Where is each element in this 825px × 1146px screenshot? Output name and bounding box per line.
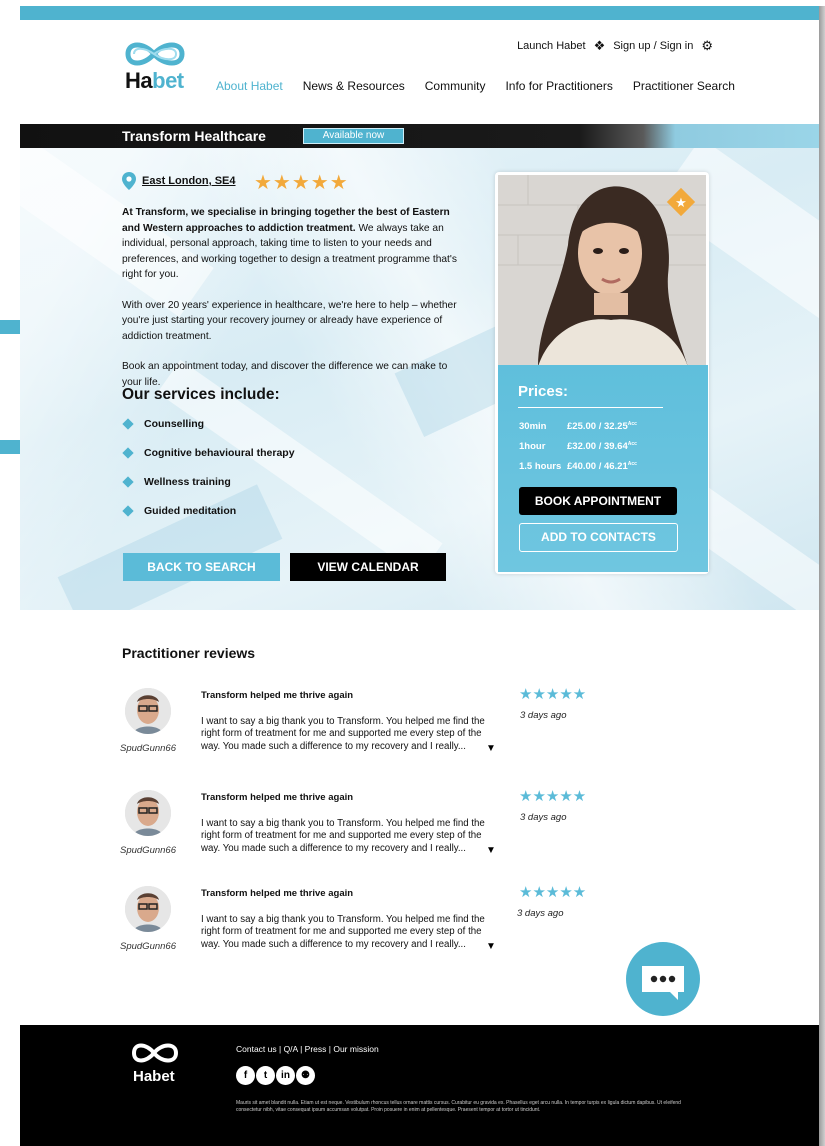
logo-wordmark[interactable]: Habet bbox=[125, 68, 184, 94]
social-links: f t in ⚉ bbox=[236, 1066, 315, 1085]
reviews-heading: Practitioner reviews bbox=[122, 645, 256, 661]
bullet-diamond-icon bbox=[122, 418, 134, 430]
book-appointment-button[interactable]: BOOK APPOINTMENT bbox=[519, 487, 677, 515]
avatar bbox=[125, 688, 171, 734]
review-date: 3 days ago bbox=[517, 908, 564, 919]
back-to-search-button[interactable]: BACK TO SEARCH bbox=[123, 553, 280, 581]
services-heading: Our services include: bbox=[122, 386, 280, 403]
review-body: I want to say a big thank you to Transfo… bbox=[201, 716, 485, 752]
practitioner-name: Transform Healthcare bbox=[122, 128, 266, 144]
footer-legal-text: Mauris sit amet blandit nulla. Etiam ut … bbox=[236, 1100, 681, 1113]
nav-news[interactable]: News & Resources bbox=[303, 79, 405, 93]
nav-community[interactable]: Community bbox=[425, 79, 486, 93]
service-item: Wellness training bbox=[122, 476, 231, 488]
view-calendar-button[interactable]: VIEW CALENDAR bbox=[290, 553, 446, 581]
price-row: 1.5 hours £40.00 / 46.21Acc bbox=[519, 461, 637, 473]
service-item: Guided meditation bbox=[122, 505, 236, 517]
review-date: 3 days ago bbox=[520, 812, 567, 823]
price-row: 1hour £32.00 / 39.64Acc bbox=[519, 441, 637, 453]
linkedin-icon[interactable]: in bbox=[276, 1066, 295, 1085]
review-date: 3 days ago bbox=[520, 710, 567, 721]
review-stars: ★★★★★ bbox=[519, 884, 587, 901]
review-stars: ★★★★★ bbox=[519, 788, 587, 805]
service-item: Counselling bbox=[122, 418, 204, 430]
avatar bbox=[125, 886, 171, 932]
price-row: 30min £25.00 / 32.25Acc bbox=[519, 421, 637, 433]
expand-review-icon[interactable]: ▼ bbox=[486, 743, 496, 754]
availability-badge: Available now bbox=[303, 128, 404, 144]
prices-divider bbox=[518, 407, 663, 408]
nav-info-practitioners[interactable]: Info for Practitioners bbox=[505, 79, 612, 93]
bg-shard bbox=[57, 484, 283, 610]
review-body: I want to say a big thank you to Transfo… bbox=[201, 818, 485, 854]
meetup-icon[interactable]: ⚉ bbox=[296, 1066, 315, 1085]
bullet-diamond-icon bbox=[122, 447, 134, 459]
review-title: Transform helped me thrive again bbox=[201, 888, 354, 899]
desc-paragraph-1: At Transform, we specialise in bringing … bbox=[122, 207, 457, 280]
gutter-chip bbox=[0, 320, 20, 334]
footer-links[interactable]: Contact us | Q/A | Press | Our mission bbox=[236, 1044, 379, 1054]
twitter-icon[interactable]: t bbox=[256, 1066, 275, 1085]
featured-star-badge-icon: ★ bbox=[666, 187, 696, 217]
review-title: Transform helped me thrive again bbox=[201, 690, 354, 701]
page-edge-shadow bbox=[819, 6, 825, 1146]
location-link[interactable]: East London, SE4 bbox=[142, 175, 236, 187]
review-stars: ★★★★★ bbox=[519, 686, 587, 703]
avatar bbox=[125, 790, 171, 836]
main-nav: About Habet News & Resources Community I… bbox=[216, 79, 735, 93]
practitioner-description: At Transform, we specialise in bringing … bbox=[122, 205, 462, 405]
bullet-diamond-icon bbox=[122, 476, 134, 488]
review-username[interactable]: SpudGunn66 bbox=[120, 743, 176, 754]
location: East London, SE4 bbox=[122, 172, 236, 190]
bullet-diamond-icon bbox=[122, 505, 134, 517]
top-accent-bar bbox=[20, 6, 819, 20]
expand-review-icon[interactable]: ▼ bbox=[486, 941, 496, 952]
left-gutter bbox=[0, 20, 20, 1146]
review-username[interactable]: SpudGunn66 bbox=[120, 941, 176, 952]
review-title: Transform helped me thrive again bbox=[201, 792, 354, 803]
svg-text:★: ★ bbox=[675, 196, 687, 211]
launch-habet-link[interactable]: Launch Habet bbox=[517, 40, 586, 52]
nav-about[interactable]: About Habet bbox=[216, 79, 283, 93]
prices-heading: Prices: bbox=[518, 383, 569, 400]
footer-wordmark: Habet bbox=[133, 1068, 175, 1085]
map-pin-icon bbox=[122, 172, 136, 190]
desc-paragraph-2: With over 20 years' experience in health… bbox=[122, 299, 457, 342]
sign-in-link[interactable]: Sign up / Sign in bbox=[613, 40, 693, 52]
nav-practitioner-search[interactable]: Practitioner Search bbox=[633, 79, 735, 93]
utility-links: Launch Habet ❖ Sign up / Sign in ⚙ bbox=[517, 38, 713, 54]
gear-icon[interactable]: ⚙ bbox=[701, 38, 713, 54]
diamonds-icon: ❖ bbox=[593, 38, 606, 53]
expand-review-icon[interactable]: ▼ bbox=[486, 845, 496, 856]
review-body: I want to say a big thank you to Transfo… bbox=[201, 914, 485, 950]
gutter-chip bbox=[0, 440, 20, 454]
service-item: Cognitive behavioural therapy bbox=[122, 447, 295, 459]
add-to-contacts-button[interactable]: ADD TO CONTACTS bbox=[519, 523, 678, 552]
facebook-icon[interactable]: f bbox=[236, 1066, 255, 1085]
review-username[interactable]: SpudGunn66 bbox=[120, 845, 176, 856]
rating-stars: ★★★★★ bbox=[254, 172, 349, 194]
chat-bubble-icon[interactable] bbox=[626, 942, 700, 1016]
